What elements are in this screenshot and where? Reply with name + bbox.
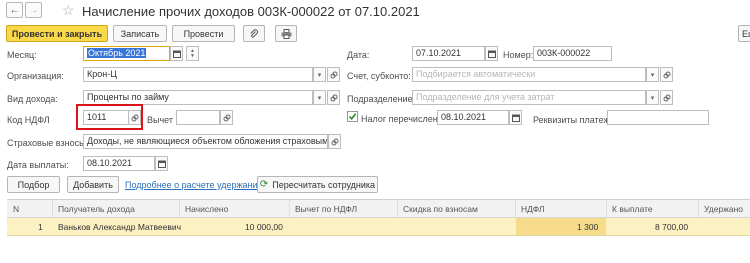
month-spinner[interactable]: ▲ ▼ [186,46,199,61]
account-label: Счет, субконто: [347,71,411,81]
column-header[interactable]: Начислено [185,204,228,214]
tax-transferred-checkbox[interactable] [347,111,358,122]
attach-button[interactable] [243,25,265,42]
income-table: N Получатель дохода Начислено Вычет по Н… [7,199,750,263]
column-header[interactable]: Удержано [704,204,743,214]
link-icon [331,138,338,145]
department-label: Подразделение: [347,94,416,104]
print-button[interactable] [275,25,297,42]
accrued-cell[interactable]: 10 000,00 [245,222,283,232]
department-open-button[interactable] [660,90,673,105]
date-label: Дата: [347,50,370,60]
column-header[interactable]: N [13,204,19,214]
column-header[interactable]: Вычет по НДФЛ [295,204,357,214]
back-button[interactable]: ← [6,2,23,18]
date-calendar-button[interactable] [485,46,498,61]
number-label: Номер: [503,50,534,60]
account-open-button[interactable] [660,67,673,82]
month-field[interactable]: Октябрь 2021 [83,46,170,61]
forward-button[interactable]: → [25,2,42,18]
income-type-open-button[interactable] [327,90,340,105]
payout-date-calendar-button[interactable] [155,156,168,171]
recipient-cell[interactable]: Ваньков Александр Матвеевич [58,222,181,232]
checkmark-icon [348,113,357,121]
calendar-icon [487,50,496,58]
organization-dropdown-button[interactable]: ▾ [313,67,326,82]
column-header[interactable]: Получатель дохода [58,204,135,214]
income-type-dropdown-button[interactable]: ▾ [313,90,326,105]
tax-date-calendar-button[interactable] [509,110,522,125]
payout-date-label: Дата выплаты: [7,160,69,170]
link-icon [330,71,337,78]
save-button[interactable]: Записать [113,25,167,42]
select-button[interactable]: Подбор [7,176,60,193]
column-header[interactable]: К выплате [612,204,653,214]
link-icon [223,114,230,121]
post-button[interactable]: Провести [172,25,235,42]
post-and-close-button[interactable]: Провести и закрыть [6,25,108,42]
organization-field[interactable]: Крон-Ц [83,67,313,82]
deduction-open-button[interactable] [220,110,233,125]
table-header: N Получатель дохода Начислено Вычет по Н… [7,200,750,218]
recalculate-employee-button[interactable]: ⟳ Пересчитать сотрудника [257,176,378,193]
paperclip-icon [250,28,258,38]
favorite-star-icon[interactable]: ☆ [62,2,75,19]
more-button-cut[interactable]: Еш [738,25,750,42]
recalculate-label: Пересчитать сотрудника [272,179,376,190]
tax-transferred-label: Налог перечислен: [361,114,441,124]
link-icon [131,114,138,121]
chevron-down-icon: ▾ [317,94,322,102]
back-arrow-icon: ← [9,4,20,16]
income-type-field[interactable]: Проценты по займу [83,90,313,105]
insurance-field[interactable]: Доходы, не являющиеся объектом обложения… [83,134,328,149]
link-icon [663,94,670,101]
month-value: Октябрь 2021 [87,48,147,58]
spin-down-icon: ▼ [190,52,195,59]
row-number: 1 [38,222,43,232]
account-field[interactable]: Подбирается автоматически [412,67,646,82]
number-field[interactable]: 003К-000022 [533,46,612,61]
deduction-label: Вычет [147,115,173,125]
insurance-label: Страховые взносы: [7,138,89,148]
chevron-down-icon: ▾ [317,71,322,79]
ndfl-code-open-button[interactable] [128,110,141,125]
month-calendar-button[interactable] [170,46,183,61]
tax-transferred-date-field[interactable]: 08.10.2021 [437,110,509,125]
ndfl-code-label: Код НДФЛ [7,115,50,125]
month-label: Месяц: [7,50,37,60]
add-button[interactable]: Добавить [67,176,119,193]
payment-details-field[interactable] [607,110,709,125]
department-dropdown-button[interactable]: ▾ [646,90,659,105]
deduction-field[interactable] [176,110,220,125]
date-field[interactable]: 07.10.2021 [412,46,485,61]
ndfl-code-field[interactable]: 1011 [83,110,129,125]
calendar-icon [511,114,520,122]
printer-icon [281,28,291,39]
account-dropdown-button[interactable]: ▾ [646,67,659,82]
calendar-icon [172,50,181,58]
details-link[interactable]: Подробнее о расчете удержаний [125,180,263,190]
chevron-down-icon: ▾ [650,71,655,79]
calendar-icon [157,160,166,168]
payout-cell[interactable]: 8 700,00 [655,222,688,232]
income-type-label: Вид дохода: [7,94,58,104]
ndfl-cell[interactable]: 1 300 [577,222,598,232]
page-title: Начисление прочих доходов 003К-000022 от… [82,4,420,19]
forward-arrow-icon: → [28,4,39,16]
department-field[interactable]: Подразделение для учета затрат [412,90,646,105]
link-icon [663,71,670,78]
table-row[interactable]: 1 Ваньков Александр Матвеевич 10 000,00 … [7,218,750,236]
column-header[interactable]: НДФЛ [521,204,544,214]
column-header[interactable]: Скидка по взносам [403,204,478,214]
payment-details-label: Реквизиты платежа: [533,115,617,125]
payout-date-field[interactable]: 08.10.2021 [83,156,155,171]
organization-label: Организация: [7,71,64,81]
chevron-down-icon: ▾ [650,94,655,102]
organization-open-button[interactable] [327,67,340,82]
refresh-icon: ⟳ [259,179,269,190]
link-icon [330,94,337,101]
insurance-open-button[interactable] [328,134,341,149]
